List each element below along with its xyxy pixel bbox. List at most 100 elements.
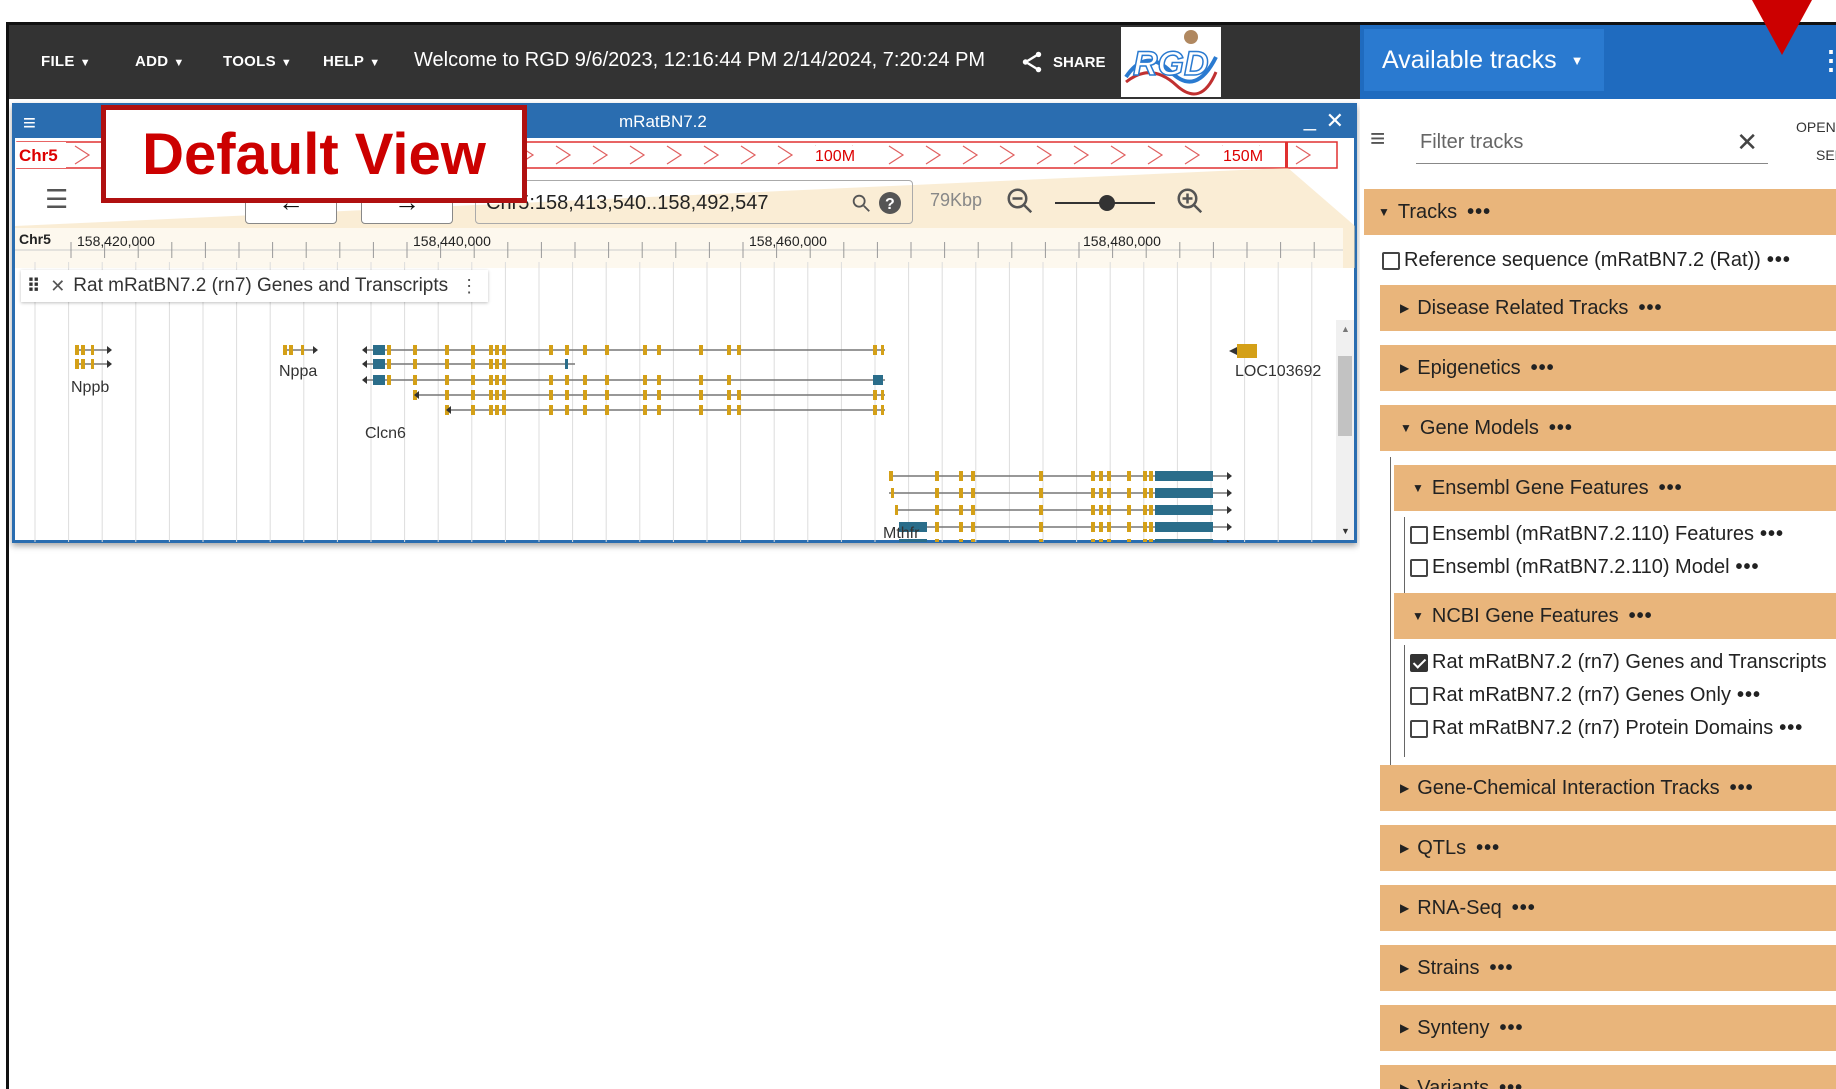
more-icon[interactable]: •••	[1779, 717, 1803, 740]
more-icon[interactable]: •••	[1736, 556, 1760, 579]
chevron-down-icon: ▼	[280, 57, 293, 69]
more-icon[interactable]: •••	[1467, 201, 1491, 224]
tree-guide-line	[1390, 457, 1391, 793]
ruler-tick-label: 158,460,000	[749, 233, 827, 249]
caret-right-icon: ▶	[1400, 841, 1410, 855]
hamburger-icon[interactable]: ≡	[1370, 123, 1385, 154]
open-button[interactable]: OPEN	[1796, 119, 1836, 135]
caret-right-icon: ▶	[1400, 1021, 1410, 1035]
track-item-ensembl-model[interactable]: Ensembl (mRatBN7.2.110) Model •••	[1410, 556, 1760, 579]
more-icon[interactable]: •••	[1531, 357, 1555, 380]
track-item-ncbi-genes-transcripts[interactable]: Rat mRatBN7.2 (rn7) Genes and Transcript…	[1410, 651, 1827, 674]
track-scrollbar[interactable]: ▲ ▼	[1336, 320, 1354, 540]
tree-guide-line	[1404, 517, 1405, 593]
assembly-name: mRatBN7.2	[619, 112, 707, 131]
menu-file[interactable]: FILE ▼	[41, 53, 91, 70]
clear-filter-icon[interactable]: ✕	[1736, 127, 1758, 158]
svg-text:?: ?	[885, 196, 895, 213]
category-epigenetics[interactable]: ▶ Epigenetics •••	[1380, 345, 1836, 391]
category-rnaseq[interactable]: ▶ RNA-Seq •••	[1380, 885, 1836, 931]
track-item-ensembl-features[interactable]: Ensembl (mRatBN7.2.110) Features •••	[1410, 523, 1784, 546]
more-icon[interactable]: •••	[1500, 1017, 1524, 1040]
category-synteny[interactable]: ▶ Synteny •••	[1380, 1005, 1836, 1051]
scroll-up-icon[interactable]: ▲	[1341, 324, 1350, 334]
more-icon[interactable]: •••	[1760, 523, 1784, 546]
gene-label[interactable]: Nppa	[279, 363, 317, 380]
chevron-down-icon: ▼	[79, 57, 91, 69]
more-icon[interactable]: •••	[1629, 605, 1653, 628]
track-item-ncbi-genes-only[interactable]: Rat mRatBN7.2 (rn7) Genes Only •••	[1410, 684, 1761, 707]
ruler-chrom-label: Chr5	[19, 231, 51, 247]
category-tracks[interactable]: ▼ Tracks •••	[1364, 189, 1836, 235]
view-menu-icon[interactable]: ≡	[23, 110, 36, 136]
more-icon[interactable]: •••	[1767, 249, 1791, 272]
filter-tracks-input[interactable]: Filter tracks ✕	[1416, 123, 1768, 164]
caret-down-icon: ▼	[1378, 205, 1390, 219]
caret-down-icon: ▼	[1412, 481, 1424, 495]
track-selector-icon[interactable]: ☰	[45, 184, 68, 215]
overview-chrom-label: Chr5	[19, 146, 58, 165]
gene-track-canvas[interactable]: Nppb Nppa Clcn6 Mthfr LOC103692	[15, 262, 1343, 542]
checkbox-checked[interactable]	[1410, 653, 1428, 672]
more-icon[interactable]: •••	[1512, 897, 1536, 920]
scroll-down-icon[interactable]: ▼	[1341, 526, 1350, 536]
checkbox[interactable]	[1382, 251, 1400, 270]
menu-help[interactable]: HELP ▼	[323, 53, 380, 70]
more-icon[interactable]: •••	[1659, 477, 1683, 500]
track-menu-icon[interactable]: ⋮	[460, 276, 478, 297]
more-icon[interactable]: •••	[1499, 1077, 1523, 1089]
location-search-input[interactable]: Chr5:158,413,540..158,492,547 ?	[475, 180, 913, 224]
help-icon[interactable]: ?	[878, 191, 902, 215]
category-variants[interactable]: ▶ Variants •••	[1380, 1065, 1836, 1089]
caret-down-icon: ▼	[1400, 421, 1412, 435]
gene-label[interactable]: Mthfr	[883, 525, 920, 542]
checkbox[interactable]	[1410, 525, 1428, 544]
more-icon[interactable]: •••	[1638, 297, 1662, 320]
menu-add[interactable]: ADD ▼	[135, 53, 185, 70]
more-icon[interactable]: •••	[1730, 777, 1754, 800]
zoom-in-icon[interactable]	[1175, 186, 1205, 216]
more-icon[interactable]: •••	[1737, 684, 1761, 707]
available-tracks-dropdown[interactable]: Available tracks ▼	[1364, 29, 1604, 91]
more-vert-icon[interactable]: ⋮	[1818, 45, 1836, 76]
minimize-icon[interactable]: _	[1304, 106, 1316, 132]
default-view-callout: Default View	[101, 105, 527, 203]
caret-right-icon: ▶	[1400, 301, 1410, 315]
category-qtls[interactable]: ▶ QTLs •••	[1380, 825, 1836, 871]
zoom-out-icon[interactable]	[1005, 186, 1035, 216]
track-selector-panel: Available tracks ▼ ⋮ ≡ Filter tracks ✕ O…	[1360, 25, 1836, 1089]
chevron-down-icon: ▼	[369, 57, 381, 69]
scrollbar-thumb[interactable]	[1338, 356, 1352, 436]
checkbox[interactable]	[1410, 719, 1428, 738]
more-icon[interactable]: •••	[1489, 957, 1513, 980]
more-icon[interactable]: •••	[1476, 837, 1500, 860]
category-chemical[interactable]: ▶ Gene-Chemical Interaction Tracks •••	[1380, 765, 1836, 811]
menu-tools[interactable]: TOOLS ▼	[223, 53, 292, 70]
share-button[interactable]: SHARE	[1019, 45, 1119, 79]
category-disease[interactable]: ▶ Disease Related Tracks •••	[1380, 285, 1836, 331]
track-item-ncbi-protein[interactable]: Rat mRatBN7.2 (rn7) Protein Domains •••	[1410, 717, 1803, 740]
gene-label[interactable]: LOC103692	[1235, 363, 1321, 380]
welcome-message: Welcome to RGD 9/6/2023, 12:16:44 PM 2/1…	[414, 49, 986, 71]
drag-handle-icon[interactable]: ⠿	[27, 276, 40, 297]
caret-right-icon: ▶	[1400, 361, 1410, 375]
caret-right-icon: ▶	[1400, 1081, 1410, 1089]
gene-label[interactable]: Clcn6	[365, 425, 406, 442]
category-gene-models[interactable]: ▼ Gene Models •••	[1380, 405, 1836, 451]
checkbox[interactable]	[1410, 686, 1428, 705]
close-icon[interactable]: ✕	[1326, 108, 1344, 134]
zoom-slider-thumb[interactable]	[1099, 195, 1115, 211]
search-icon[interactable]	[850, 192, 872, 214]
track-item-reference[interactable]: Reference sequence (mRatBN7.2 (Rat)) •••	[1382, 249, 1791, 272]
close-track-icon[interactable]: ✕	[50, 276, 65, 297]
category-ensembl[interactable]: ▼ Ensembl Gene Features •••	[1394, 465, 1836, 511]
checkbox[interactable]	[1410, 558, 1428, 577]
caret-down-icon: ▼	[1412, 609, 1424, 623]
category-ncbi[interactable]: ▼ NCBI Gene Features •••	[1394, 593, 1836, 639]
select-button[interactable]: SEL	[1816, 147, 1836, 163]
ruler-tick-label: 158,440,000	[413, 233, 491, 249]
gene-label[interactable]: Nppb	[71, 379, 109, 396]
caret-right-icon: ▶	[1400, 961, 1410, 975]
more-icon[interactable]: •••	[1549, 417, 1573, 440]
category-strains[interactable]: ▶ Strains •••	[1380, 945, 1836, 991]
